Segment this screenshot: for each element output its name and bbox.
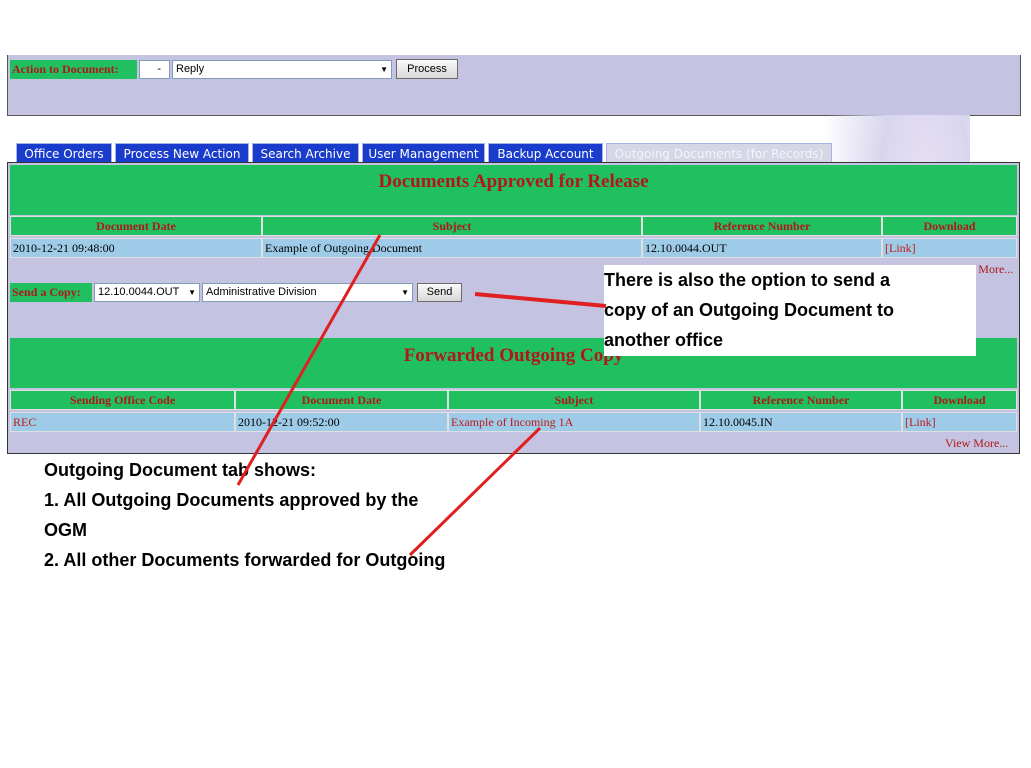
- arrow-line: [474, 292, 607, 308]
- arrow-line: [236, 234, 382, 486]
- annotation-arrows: [236, 234, 607, 557]
- arrow-line: [408, 426, 542, 557]
